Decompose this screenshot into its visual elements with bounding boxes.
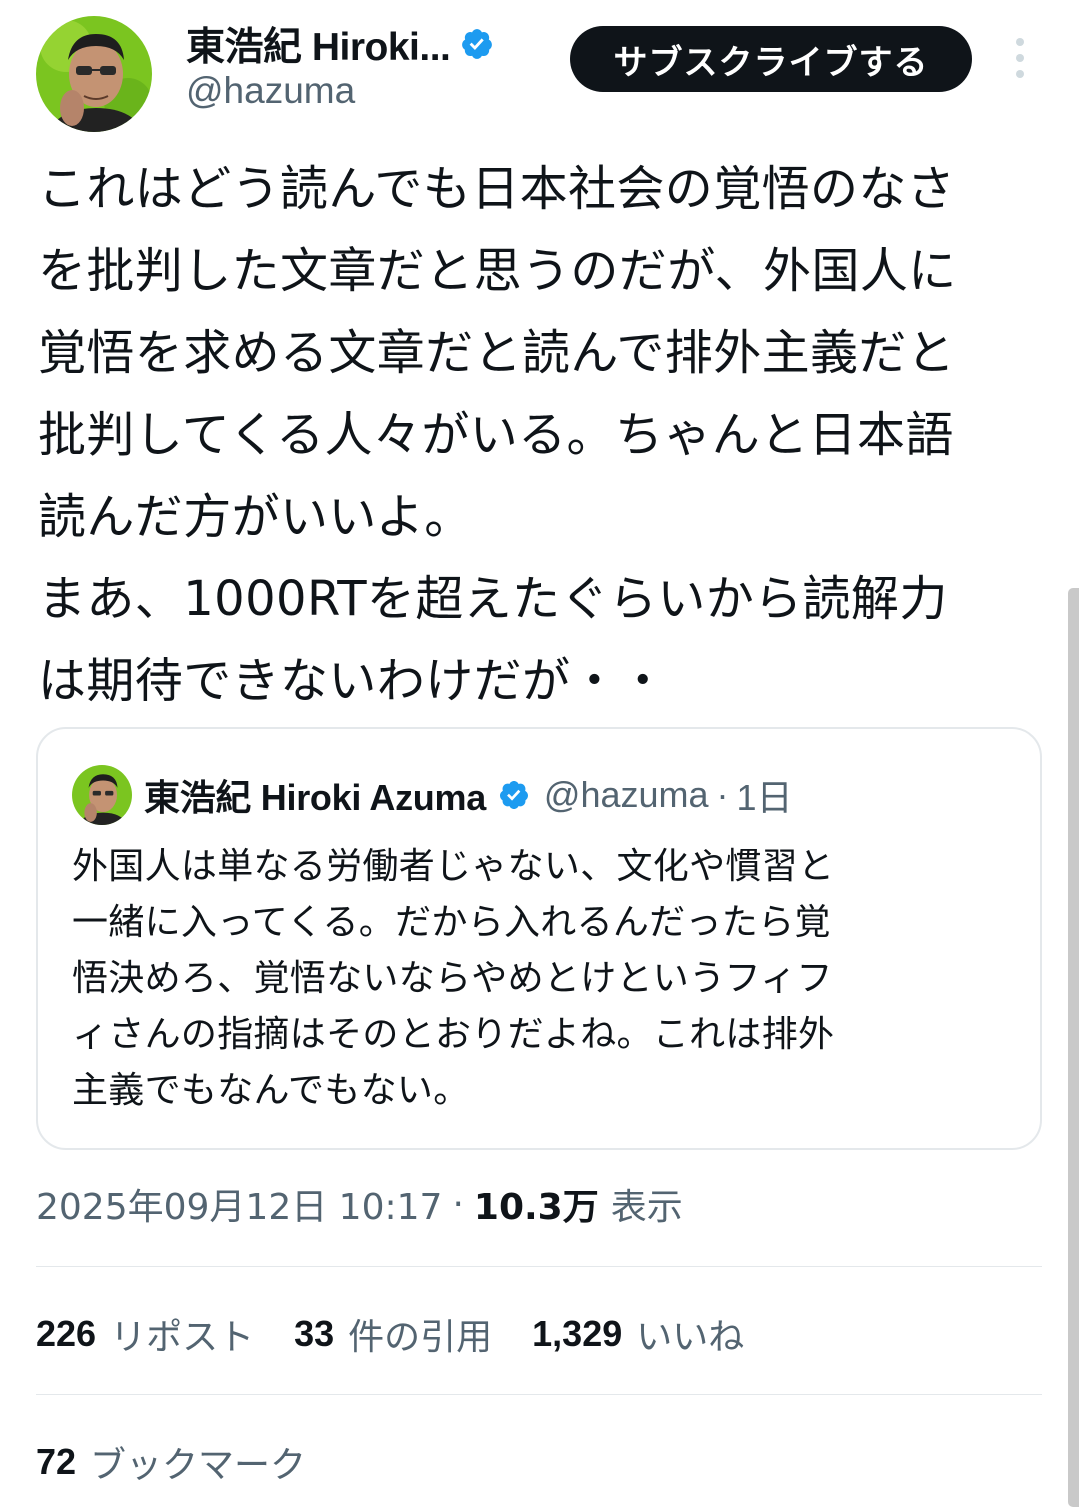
bookmarks-stat[interactable]: 72 ブックマーク xyxy=(36,1432,346,1492)
tweet-timestamp[interactable]: 2025年09月12日 10:17 xyxy=(36,1178,442,1230)
author-display-name[interactable]: 東浩紀 Hiroki... xyxy=(186,16,451,72)
separator-dot: · xyxy=(716,774,729,815)
quoted-text-line: ィさんの指摘はそのとおりだよね。これは排外 xyxy=(72,1014,835,1055)
quoted-tweet-text: 外国人は単なる労働者じゃない、文化や慣習と 一緒に入ってくる。だから入れるんだっ… xyxy=(72,839,1022,1119)
quoted-tweet-card[interactable]: 東浩紀 Hiroki Azuma @hazuma · 1日 外国人は単なる労働者… xyxy=(36,727,1042,1150)
subscribe-button[interactable]: サブスクライブする xyxy=(570,26,972,92)
quotes-stat[interactable]: 33 件の引用 xyxy=(294,1308,492,1360)
tweet-text-line: は期待できないわけだが・・ xyxy=(38,653,668,709)
reposts-label: リポスト xyxy=(110,1317,255,1358)
verified-badge-icon[interactable] xyxy=(460,27,494,61)
tweet-detail-page: 東浩紀 Hiroki... @hazuma サブスクライブする これはどう読んで… xyxy=(0,0,1079,1507)
tweet-text-line: まあ、1000RTを超えたぐらいから読解力 xyxy=(38,571,948,627)
more-vertical-icon[interactable] xyxy=(1008,38,1032,78)
bookmarks-count: 72 xyxy=(36,1441,77,1482)
quotes-label: 件の引用 xyxy=(348,1317,493,1358)
reposts-count: 226 xyxy=(36,1313,97,1354)
bookmarks-label: ブックマーク xyxy=(90,1445,307,1486)
more-dot xyxy=(1016,38,1024,46)
quoted-author-handle: @hazuma xyxy=(543,774,709,815)
separator-dot: · xyxy=(452,1183,464,1225)
quoted-tweet-header: 東浩紀 Hiroki Azuma @hazuma · 1日 xyxy=(144,765,793,825)
reposts-stat[interactable]: 226 リポスト xyxy=(36,1308,254,1360)
scrollbar[interactable] xyxy=(1068,588,1079,1507)
author-name-row[interactable]: 東浩紀 Hiroki... xyxy=(186,18,494,70)
verified-badge-icon xyxy=(498,779,530,811)
likes-count: 1,329 xyxy=(532,1313,623,1354)
quotes-count: 33 xyxy=(294,1313,335,1354)
quoted-text-line: 主義でもなんでもない。 xyxy=(72,1070,470,1111)
quoted-author-avatar[interactable] xyxy=(72,765,132,825)
tweet-text-line: 覚悟を求める文章だと読んで排外主義だと xyxy=(38,325,956,381)
divider xyxy=(36,1266,1042,1267)
author-avatar[interactable] xyxy=(36,16,152,132)
quoted-text-line: 外国人は単なる労働者じゃない、文化や慣習と xyxy=(72,846,835,887)
likes-stat[interactable]: 1,329 いいね xyxy=(532,1308,744,1360)
views-label: 表示 xyxy=(610,1187,683,1228)
tweet-text-line: 批判してくる人々がいる。ちゃんと日本語 xyxy=(38,407,954,463)
tweet-meta: 2025年09月12日 10:17 · 10.3万 表示 xyxy=(36,1176,683,1232)
divider xyxy=(36,1394,1042,1395)
quoted-text-line: 一緒に入ってくる。だから入れるんだったら覚 xyxy=(72,902,831,943)
more-dot xyxy=(1016,70,1024,78)
quoted-tweet-time[interactable]: 1日 xyxy=(737,769,793,821)
views-count: 10.3万 xyxy=(473,1187,599,1228)
author-avatar-image xyxy=(36,16,152,132)
tweet-text-line: これはどう読んでも日本社会の覚悟のなさ xyxy=(38,161,956,217)
more-dot xyxy=(1016,54,1024,62)
quoted-author-name[interactable]: 東浩紀 Hiroki Azuma xyxy=(144,769,486,821)
quoted-text-line: 悟決めろ、覚悟ないならやめとけというフィフ xyxy=(72,958,833,999)
quoted-author-avatar-image xyxy=(72,765,132,825)
likes-label: いいね xyxy=(636,1317,745,1358)
engagement-stats: 226 リポスト 33 件の引用 1,329 いいね xyxy=(36,1304,784,1364)
tweet-text-line: 読んだ方がいいよ。 xyxy=(38,489,473,545)
tweet-text-line: を批判した文章だと思うのだが、外国人に xyxy=(38,243,957,299)
author-handle[interactable]: @hazuma xyxy=(186,70,355,112)
tweet-text: これはどう読んでも日本社会の覚悟のなさ を批判した文章だと思うのだが、外国人に … xyxy=(38,148,1038,722)
